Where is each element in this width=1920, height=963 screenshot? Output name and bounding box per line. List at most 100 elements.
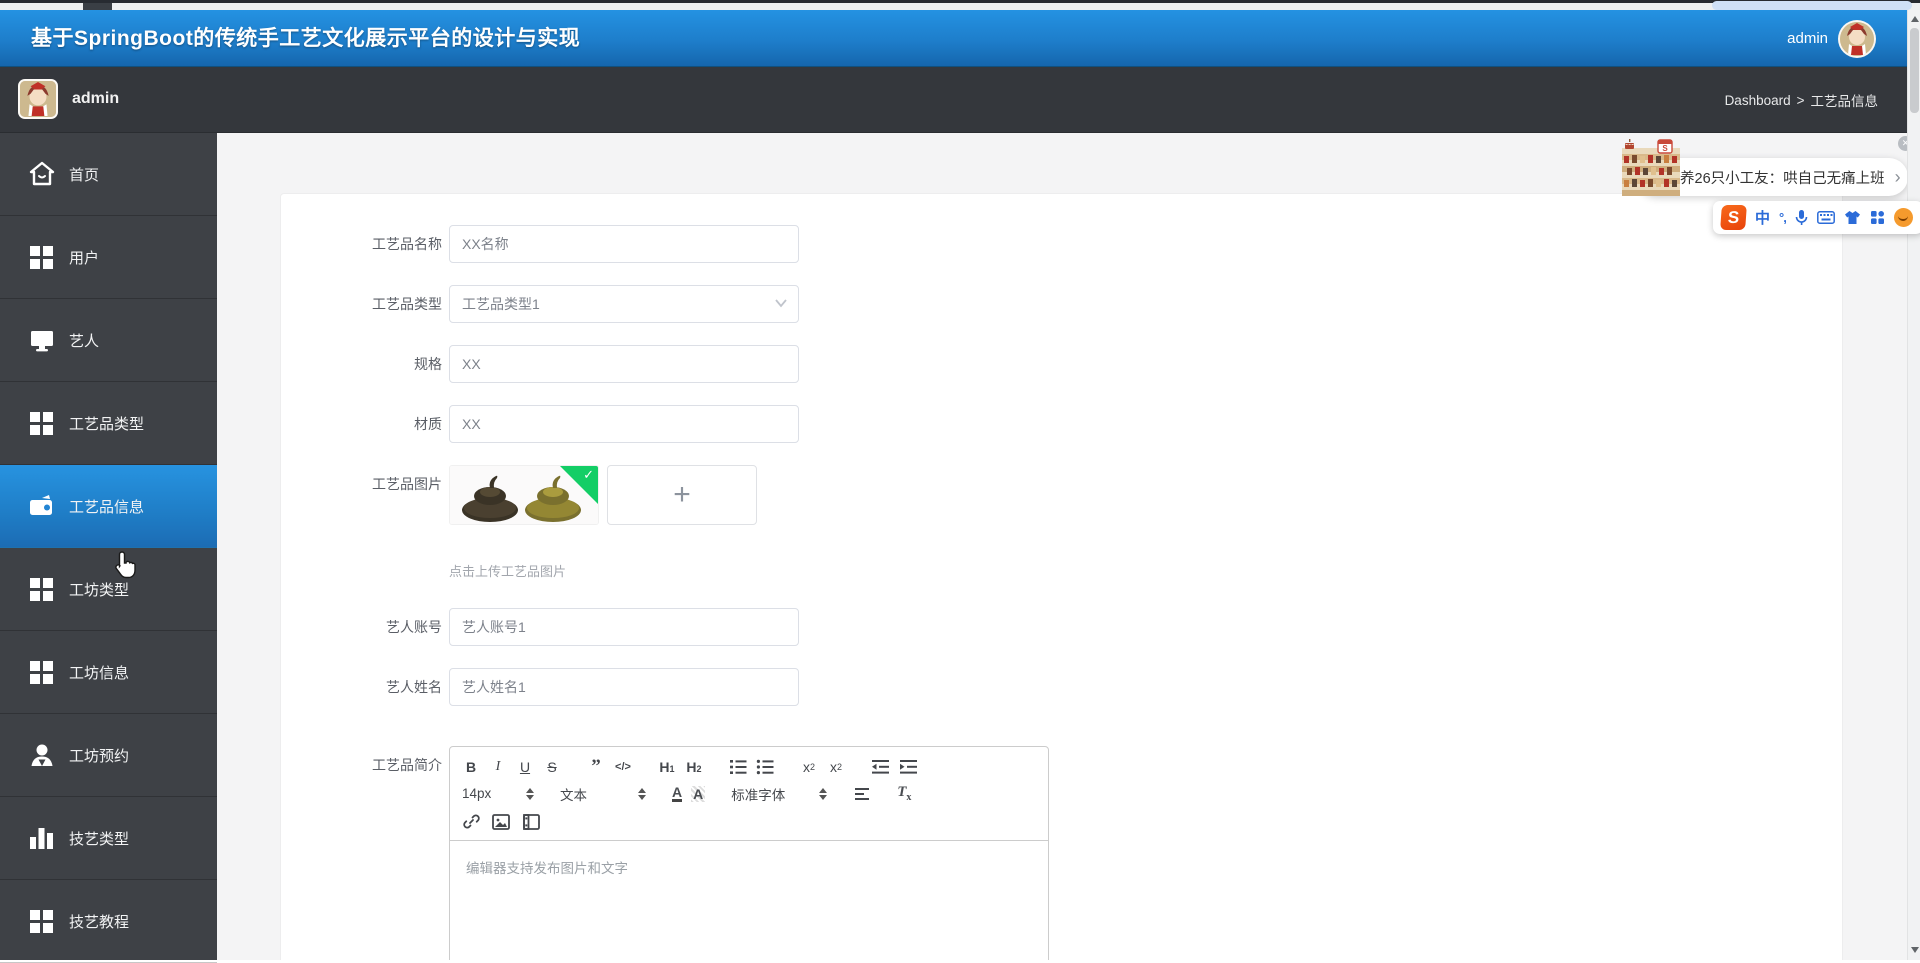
sidebar-item-skill-types[interactable]: 技艺类型 (0, 797, 217, 880)
artist-name-input[interactable]: 艺人姓名1 (449, 668, 799, 706)
spinner-icon (819, 787, 828, 800)
sidebar-item-label: 工艺品类型 (69, 415, 145, 433)
italic-button[interactable]: I (489, 756, 507, 778)
craft-type-select[interactable]: 工艺品类型1 (449, 285, 799, 323)
ordered-list-button[interactable] (729, 756, 747, 778)
sub-header-username: admin (72, 90, 120, 107)
toolbar-line-1: B I U S ” </> H1 H2 x 2 x 2 (462, 754, 1036, 779)
sidebar-item-label: 艺人 (69, 332, 100, 350)
avatar[interactable] (1838, 19, 1876, 58)
check-icon: ✓ (583, 467, 594, 482)
sub-header-user: admin (18, 79, 119, 119)
select-value: 工艺品类型1 (462, 296, 540, 312)
sidebar-item-artists[interactable]: 艺人 (0, 299, 217, 382)
editor-content-area[interactable]: 编辑器支持发布图片和文字 (449, 841, 1049, 960)
microphone-icon[interactable] (1795, 209, 1808, 226)
uploaded-image-thumbnail[interactable]: ✓ (449, 465, 599, 525)
sub-header: admin Dashboard > 工艺品信息 (0, 67, 1920, 133)
craft-name-input[interactable]: XX名称 (449, 225, 799, 263)
bold-button[interactable]: B (462, 756, 480, 778)
ime-ad-popup: 养26只小工友：哄自己无痛上班 › S ✕ (1622, 136, 1920, 200)
underline-button[interactable]: U (516, 756, 534, 778)
upload-image-button[interactable]: + (607, 465, 757, 525)
image-icon[interactable] (492, 811, 510, 833)
editor-toolbar: B I U S ” </> H1 H2 x 2 x 2 14px 文本 A A … (449, 746, 1049, 841)
sogou-logo-icon[interactable]: S (1720, 205, 1747, 230)
text-color-button[interactable]: A (672, 785, 683, 802)
sidebar-item-workshop-info[interactable]: 工坊信息 (0, 631, 217, 714)
sidebar-item-home[interactable]: 首页 (0, 133, 217, 216)
chevron-down-icon (774, 298, 788, 308)
clear-format-button[interactable]: Tx (897, 784, 911, 803)
indent-button[interactable] (899, 756, 918, 778)
sidebar-item-workshop-booking[interactable]: 工坊预约 (0, 714, 217, 797)
cake-icon (1625, 139, 1634, 149)
sidebar-item-craft-info[interactable]: 工艺品信息 (0, 465, 217, 548)
form-row: 艺人账号 艺人账号1 (281, 608, 1842, 646)
form-row-editor: 工艺品简介 B I U S ” </> H1 H 2 x 2 x 2 14px … (281, 746, 1842, 960)
form-row: 材质 XX (281, 405, 1842, 443)
punctuation-icon[interactable]: °, (1779, 210, 1787, 225)
video-icon[interactable] (522, 811, 540, 833)
avatar[interactable] (18, 79, 58, 119)
grid-icon (28, 576, 55, 603)
breadcrumb-dashboard[interactable]: Dashboard (1725, 93, 1791, 108)
toolbar-line-2: 14px 文本 A A 标准字体 Tx (462, 781, 1036, 806)
sidebar-item-craft-types[interactable]: 工艺品类型 (0, 382, 217, 465)
ime-toolbar: S 中 °, (1713, 201, 1920, 234)
input-value: XX名称 (462, 236, 509, 252)
chevron-right-icon[interactable]: › (1895, 168, 1901, 186)
outdent-button[interactable] (871, 756, 890, 778)
sidebar-item-label: 工坊预约 (69, 747, 130, 765)
grid-icon (28, 659, 55, 686)
sidebar-item-workshop-types[interactable]: 工坊类型 (0, 548, 217, 631)
chinese-mode-icon[interactable]: 中 (1755, 207, 1770, 228)
skin-shirt-icon[interactable] (1844, 210, 1861, 225)
calendar-s-icon: S (1657, 139, 1673, 154)
input-value: XX (462, 416, 481, 432)
sidebar-item-users[interactable]: 用户 (0, 216, 217, 299)
subscript-button[interactable]: x2 (800, 756, 818, 778)
field-label: 材质 (414, 416, 442, 432)
plus-icon: + (673, 478, 691, 511)
breadcrumb-separator: > (1796, 92, 1805, 108)
link-icon[interactable] (462, 811, 480, 833)
field-label: 艺人姓名 (386, 679, 442, 695)
emoji-face-icon[interactable] (1893, 208, 1913, 227)
browser-edge-strip (0, 0, 1920, 10)
window-edge-segment (83, 3, 112, 10)
bullet-list-button[interactable] (756, 756, 774, 778)
field-label: 工艺品图片 (372, 476, 442, 492)
avatar-image (1840, 21, 1874, 56)
header-user[interactable]: admin (1787, 10, 1876, 67)
blockquote-button[interactable]: ” (587, 756, 605, 778)
material-input[interactable]: XX (449, 405, 799, 443)
artist-account-input[interactable]: 艺人账号1 (449, 608, 799, 646)
svg-text:S: S (1662, 144, 1668, 153)
code-block-button[interactable]: </> (614, 756, 632, 778)
font-family-select[interactable]: 标准字体 (731, 784, 828, 804)
scroll-down-arrow[interactable] (1911, 947, 1919, 953)
spinner-icon (638, 787, 646, 800)
background-color-button[interactable]: A (691, 785, 706, 802)
main-content: 工艺品名称 XX名称 工艺品类型 工艺品类型1 规格 XX 材质 XX 工艺品图… (217, 133, 1920, 960)
header1-button[interactable]: H1 (658, 756, 676, 778)
page-title: 基于SpringBoot的传统手工艺文化展示平台的设计与实现 (31, 27, 581, 50)
vertical-scrollbar[interactable] (1907, 10, 1920, 960)
spec-input[interactable]: XX (449, 345, 799, 383)
superscript-button[interactable]: x2 (827, 756, 845, 778)
font-size-select[interactable]: 14px (462, 786, 534, 801)
header2-button[interactable]: H2 (685, 756, 703, 778)
grid-icon (28, 244, 55, 271)
align-button[interactable] (853, 783, 871, 805)
scroll-up-arrow[interactable] (1911, 16, 1919, 22)
keyboard-icon[interactable] (1816, 211, 1835, 224)
sidebar-item-skill-tutorials[interactable]: 技艺教程 (0, 880, 217, 963)
strikethrough-button[interactable]: S (543, 756, 561, 778)
sidebar-item-label: 技艺类型 (69, 830, 130, 848)
form-row-upload: 工艺品图片 ✓ + (281, 465, 1842, 525)
toolbox-grid-icon[interactable] (1870, 210, 1885, 225)
paragraph-select[interactable]: 文本 (560, 784, 646, 804)
scrollbar-thumb[interactable] (1910, 28, 1919, 113)
spinner-icon (526, 787, 534, 800)
